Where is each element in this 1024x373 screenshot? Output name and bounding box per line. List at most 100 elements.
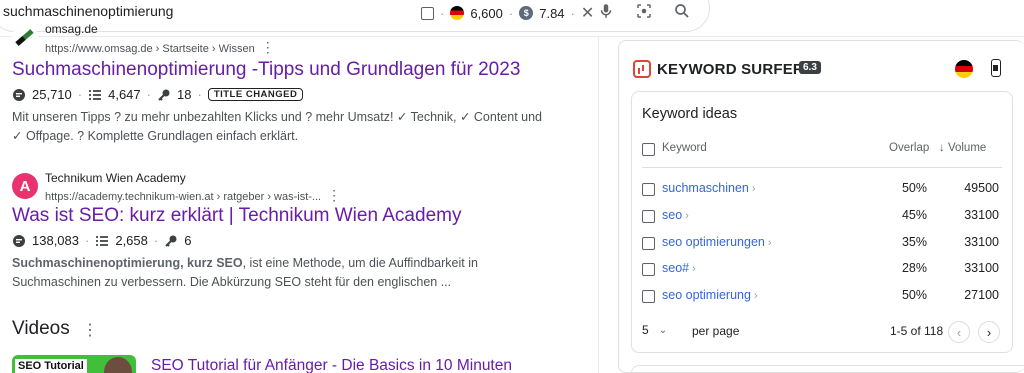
keyword-ideas-card: Keyword ideas Keyword Overlap ↓ Volume s… xyxy=(631,91,1013,353)
omsag-favicon-icon xyxy=(12,24,38,50)
per-page-value: 5 xyxy=(642,323,649,337)
search-result: A Technikum Wien Academy https://academy… xyxy=(12,171,552,292)
result-snippet: Suchmaschinenoptimierung, kurz SEO, ist … xyxy=(12,254,552,292)
separator-dot: · xyxy=(508,5,514,21)
settings-bottle-icon[interactable] xyxy=(991,59,1001,77)
row-checkbox[interactable] xyxy=(642,237,655,250)
result-title-link[interactable]: Was ist SEO: kurz erklärt | Technikum Wi… xyxy=(12,205,552,227)
chevron-right-icon: › xyxy=(753,290,758,302)
result-site-name[interactable]: Technikum Wien Academy xyxy=(45,171,186,185)
separator-dot: · xyxy=(85,233,90,248)
result-metrics: 138,083 · 2,658 · 6 xyxy=(12,233,552,248)
result-title-link[interactable]: Suchmaschinenoptimierung -Tipps und Grun… xyxy=(12,59,552,81)
per-page-label: per page xyxy=(692,324,740,338)
video-title-link[interactable]: SEO Tutorial für Anfänger - Die Basics i… xyxy=(151,357,512,373)
speech-bubble-icon xyxy=(13,234,25,247)
keyword-link[interactable]: seo optimierung xyxy=(662,288,751,302)
result-key-count: 6 xyxy=(184,233,192,248)
select-all-checkbox[interactable] xyxy=(642,143,655,156)
volume-value: 33100 xyxy=(964,261,999,275)
speech-bubble-icon xyxy=(13,88,25,101)
search-result: omsag.de https://www.omsag.de › Startsei… xyxy=(12,22,552,146)
result-url[interactable]: https://academy.technikum-wien.at › ratg… xyxy=(45,191,321,203)
result-metrics: 25,710 · 4,647 · 18 · TITLE CHANGED xyxy=(12,87,552,102)
overlap-value: 35% xyxy=(901,235,927,249)
chevron-right-icon: › xyxy=(751,183,756,195)
list-icon xyxy=(96,235,109,246)
search-icon[interactable] xyxy=(673,2,691,20)
result-url[interactable]: https://www.omsag.de › Startseite › Wiss… xyxy=(45,43,255,55)
result-word-count: 138,083 xyxy=(32,233,79,248)
chevron-right-icon: › xyxy=(692,263,696,275)
volume-value: 27100 xyxy=(964,288,999,302)
keyword-link[interactable]: seo xyxy=(662,208,682,222)
volume-value: 33100 xyxy=(964,235,999,249)
pagination: 5 ⌄ per page 1-5 of 118 ‹ › xyxy=(642,321,1002,343)
col-overlap[interactable]: Overlap xyxy=(889,142,929,154)
key-icon xyxy=(158,89,170,101)
dollar-icon: $ xyxy=(519,6,534,20)
overlap-value: 50% xyxy=(901,181,927,195)
country-flag-icon[interactable] xyxy=(955,60,973,78)
more-options-icon[interactable]: ⋮ xyxy=(261,39,275,55)
per-page-select[interactable]: 5 ⌄ xyxy=(642,323,667,337)
videos-more-icon[interactable]: ⋮ xyxy=(82,320,98,340)
result-heading-count: 4,647 xyxy=(108,87,141,102)
chevron-down-icon: ⌄ xyxy=(658,324,668,336)
germany-flag-icon xyxy=(450,6,465,20)
thumbnail-text: SEO Tutorial xyxy=(15,359,87,373)
search-cpc: 7.84 xyxy=(539,5,565,21)
keyword-row: seo# › 28% 33100 xyxy=(642,259,1002,279)
keyword-link[interactable]: seo optimierungen xyxy=(662,235,765,249)
column-divider xyxy=(598,37,599,373)
keyword-link[interactable]: seo# xyxy=(662,261,689,275)
title-changed-badge: TITLE CHANGED xyxy=(207,88,304,101)
snippet-highlight: Suchmaschinenoptimierung, kurz SEO xyxy=(12,256,243,270)
clear-icon[interactable]: ✕ xyxy=(581,3,594,23)
overlap-value: 50% xyxy=(901,288,927,302)
row-checkbox[interactable] xyxy=(642,263,655,276)
separator-dot: · xyxy=(570,5,575,21)
key-icon xyxy=(165,235,177,247)
separator-dot: · xyxy=(197,87,202,102)
videos-heading: Videos xyxy=(12,318,70,339)
result-snippet: Mit unseren Tipps ? zu mehr unbezahlten … xyxy=(12,110,543,143)
surfer-search-metrics: · 6,600 · $ 7.84 · ✕ xyxy=(421,3,594,23)
keyword-row: seo › 45% 33100 xyxy=(642,206,1002,226)
overlap-value: 45% xyxy=(901,208,927,222)
keyword-row: seo optimierungen › 35% 33100 xyxy=(642,233,1002,253)
separator-dot: · xyxy=(440,5,445,21)
keyword-ideas-title: Keyword ideas xyxy=(642,106,738,122)
search-volume: 6,600 xyxy=(470,5,503,21)
volume-value: 49500 xyxy=(964,181,999,195)
version-badge: 6.3 xyxy=(799,61,821,74)
more-options-icon[interactable]: ⋮ xyxy=(327,187,341,203)
result-heading-count: 2,658 xyxy=(115,233,148,248)
row-checkbox[interactable] xyxy=(642,210,655,223)
keyword-row: suchmaschinen › 50% 49500 xyxy=(642,179,1002,199)
result-site-name[interactable]: omsag.de xyxy=(45,22,98,36)
video-thumbnail[interactable]: SEO Tutorial xyxy=(12,355,136,373)
microphone-icon[interactable] xyxy=(597,2,615,20)
col-volume[interactable]: ↓ Volume xyxy=(939,142,986,154)
header-separator xyxy=(642,167,1002,168)
keyword-surfer-panel: KEYWORD SURFER 6.3 Keyword ideas Keyword… xyxy=(618,40,1024,373)
chevron-right-icon: › xyxy=(767,237,772,249)
chevron-right-icon: › xyxy=(685,210,689,222)
row-checkbox[interactable] xyxy=(642,183,655,196)
search-query[interactable]: suchmaschinenoptimierung xyxy=(3,3,173,19)
search-tools xyxy=(597,2,691,20)
volume-value: 33100 xyxy=(964,208,999,222)
lens-icon[interactable] xyxy=(635,2,653,20)
next-card-edge xyxy=(631,365,1024,373)
next-page-button[interactable]: › xyxy=(978,321,1000,343)
separator-dot: · xyxy=(146,87,151,102)
technikum-favicon-icon: A xyxy=(12,173,38,199)
list-icon xyxy=(89,89,102,100)
prev-page-button[interactable]: ‹ xyxy=(948,321,970,343)
col-keyword[interactable]: Keyword xyxy=(662,142,707,154)
presenter-image xyxy=(104,357,132,373)
keyword-link[interactable]: suchmaschinen xyxy=(662,181,749,195)
row-checkbox[interactable] xyxy=(642,290,655,303)
metrics-checkbox[interactable] xyxy=(421,6,434,20)
